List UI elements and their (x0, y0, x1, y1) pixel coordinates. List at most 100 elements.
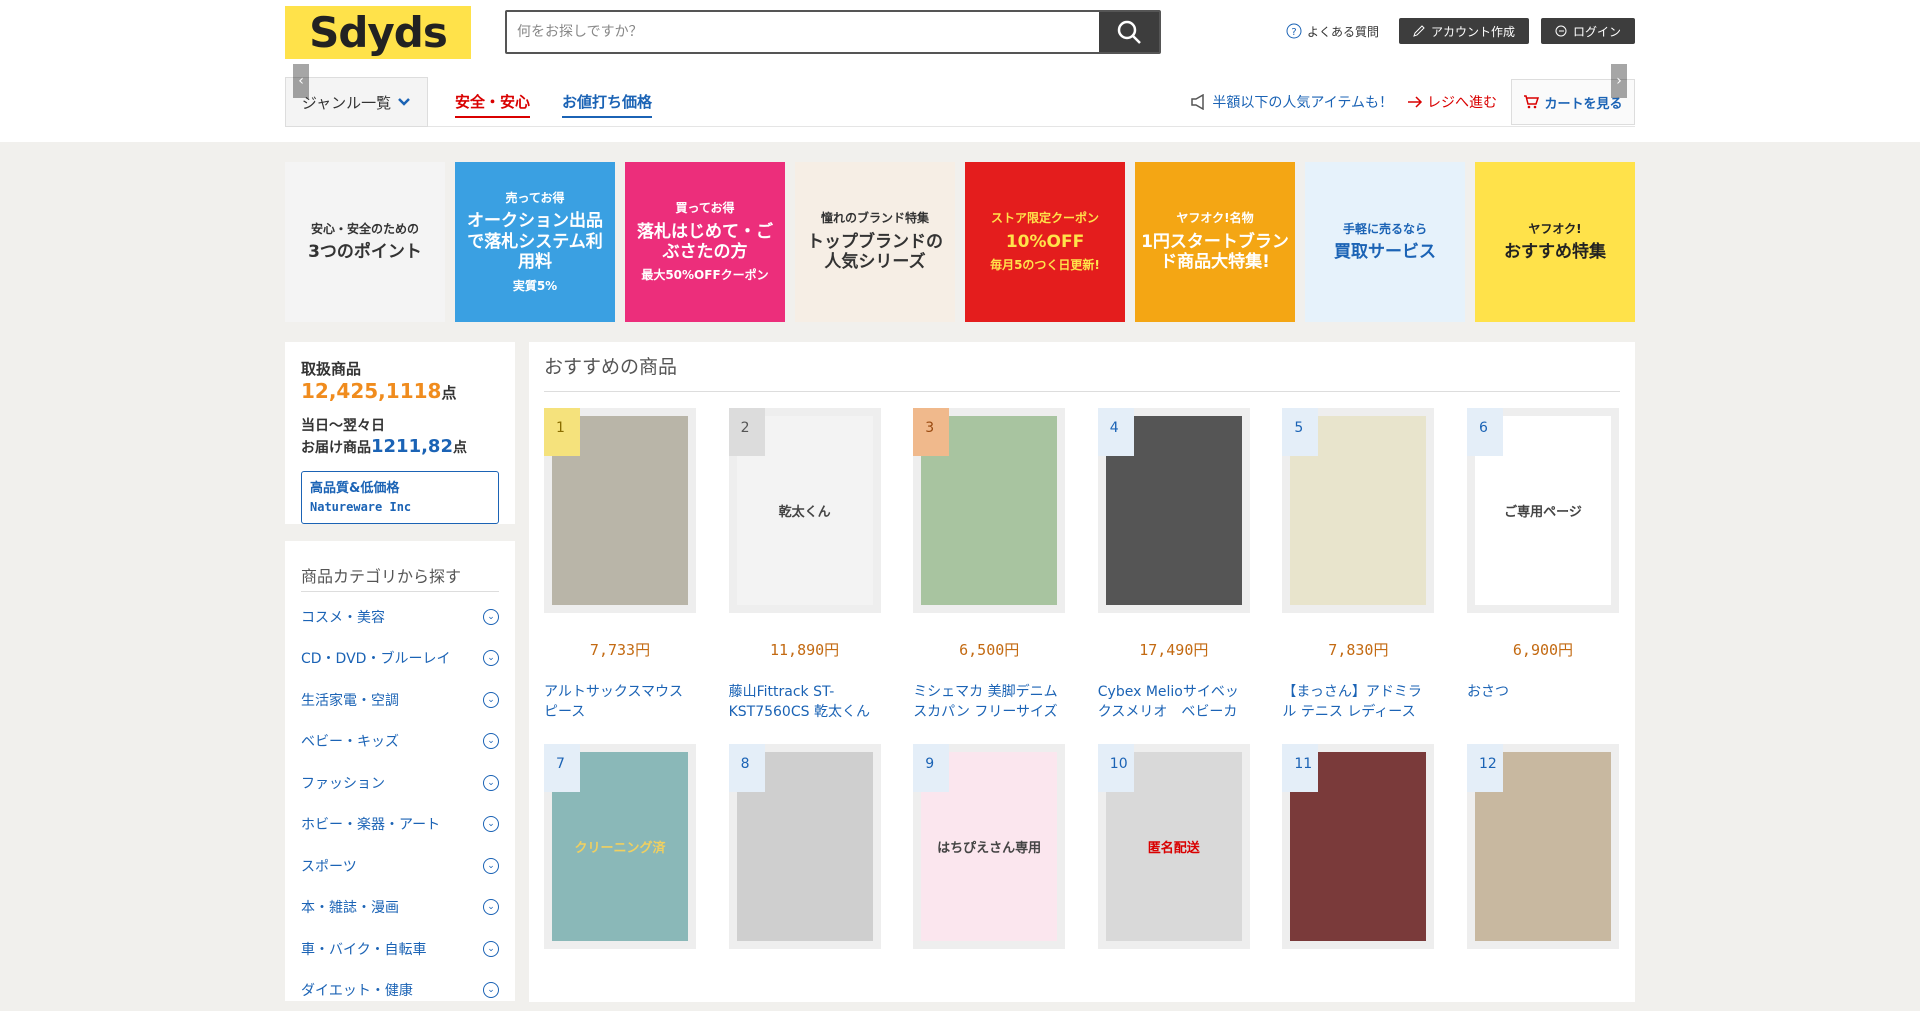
promo-link[interactable]: 半額以下の人気アイテムも！ (1190, 92, 1393, 112)
product-card[interactable]: ご専用ページ6 6,900円おさつ (1467, 408, 1619, 722)
product-card[interactable]: 12 (1467, 744, 1619, 949)
chevron-down-icon[interactable]: ⌄ (483, 609, 499, 625)
rank-badge: 8 (729, 744, 765, 792)
banner-2[interactable]: 売ってお得オークション出品で落札システム利用料実質5% (455, 162, 615, 322)
rank-badge: 2 (729, 408, 765, 456)
tab-safe[interactable]: 安全・安心 (455, 91, 530, 118)
category-list: コスメ・美容⌄CD・DVD・ブルーレイ⌄生活家電・空調⌄ベビー・キッズ⌄ファッシ… (301, 596, 499, 1011)
carousel-next-button[interactable]: › (1611, 64, 1627, 98)
category-item[interactable]: ホビー・楽器・アート⌄ (301, 804, 499, 846)
product-thumbnail[interactable]: ご専用ページ6 (1467, 408, 1619, 613)
chevron-down-icon[interactable]: ⌄ (483, 775, 499, 791)
product-card[interactable]: 匿名配送10 (1098, 744, 1250, 949)
chevron-down-icon[interactable]: ⌄ (483, 692, 499, 708)
chevron-down-icon[interactable]: ⌄ (483, 733, 499, 749)
search-button[interactable] (1099, 12, 1159, 52)
category-item[interactable]: ファッション⌄ (301, 762, 499, 804)
login-button[interactable]: ログイン (1541, 18, 1635, 44)
product-grid: 17,733円アルトサックスマウスピース乾太くん211,890円藤山Fittra… (544, 408, 1620, 949)
chevron-down-icon[interactable]: ⌄ (483, 899, 499, 915)
chevron-down-icon[interactable]: ⌄ (483, 650, 499, 666)
product-name[interactable]: アルトサックスマウスピース (544, 682, 696, 722)
site-logo[interactable]: Sdyds (285, 6, 471, 59)
carousel-prev-button[interactable]: ‹ (293, 64, 309, 98)
svg-text:?: ? (1291, 27, 1296, 38)
product-card[interactable]: 8 (729, 744, 881, 949)
product-thumbnail[interactable]: 11 (1282, 744, 1434, 949)
faq-link[interactable]: ? よくある質問 (1286, 23, 1379, 40)
category-item[interactable]: スポーツ⌄ (301, 845, 499, 887)
product-thumbnail[interactable]: 乾太くん2 (729, 408, 881, 613)
rank-badge: 5 (1282, 408, 1318, 456)
banner-text: 手軽に売るなら (1337, 219, 1433, 239)
item-count-value: 12,425,1118 (301, 379, 441, 403)
category-item[interactable]: CD・DVD・ブルーレイ⌄ (301, 638, 499, 680)
product-name[interactable]: おさつ (1467, 682, 1619, 722)
product-card[interactable]: はちぴえさん専用9 (913, 744, 1065, 949)
delivery-label-1: 当日〜翌々日 (301, 417, 499, 435)
product-card[interactable]: 11 (1282, 744, 1434, 949)
banner-1[interactable]: 安心・安全のための3つのポイント (285, 162, 445, 322)
quality-line-1: 高品質&低価格 (310, 479, 490, 499)
delivery-value: 1211,82 (371, 436, 453, 457)
create-account-button[interactable]: アカウント作成 (1399, 18, 1529, 44)
product-thumbnail[interactable]: はちぴえさん専用9 (913, 744, 1065, 949)
product-card[interactable]: 乾太くん211,890円藤山Fittrack ST-KST7560CS 乾太くん… (729, 408, 881, 722)
image-caption: はちぴえさん専用 (937, 837, 1041, 856)
category-item[interactable]: コスメ・美容⌄ (301, 596, 499, 638)
banner-6[interactable]: ヤフオク!名物1円スタートブランド商品大特集! (1135, 162, 1295, 322)
product-thumbnail[interactable]: クリーニング済7 (544, 744, 696, 949)
product-name[interactable]: 【まっさん】アドミラル テニス レディース (1282, 682, 1434, 722)
category-item[interactable]: 車・バイク・自転車⌄ (301, 928, 499, 970)
product-name[interactable]: Cybex Melioサイベックスメリオ ベビーカー (1098, 682, 1250, 722)
rank-badge: 6 (1467, 408, 1503, 456)
product-thumbnail[interactable]: 3 (913, 408, 1065, 613)
checkout-link[interactable]: レジへ進む (1407, 92, 1497, 112)
rank-badge: 3 (913, 408, 949, 456)
quality-badge[interactable]: 高品質&低価格 Natureware Inc (301, 471, 499, 525)
item-count: 取扱商品12,425,1118点 (301, 358, 499, 403)
category-item[interactable]: 生活家電・空調⌄ (301, 679, 499, 721)
category-label: 本・雑誌・漫画 (301, 897, 399, 917)
search-input[interactable] (507, 12, 1099, 52)
banner-text: 憧れのブランド特集 (815, 208, 935, 228)
product-card[interactable]: 17,733円アルトサックスマウスピース (544, 408, 696, 722)
category-item[interactable]: 本・雑誌・漫画 ⌄ (301, 887, 499, 929)
banner-8[interactable]: ヤフオク!おすすめ特集 (1475, 162, 1635, 322)
chevron-down-icon[interactable]: ⌄ (483, 816, 499, 832)
promo-label: 半額以下の人気アイテムも！ (1212, 92, 1393, 112)
banner-7[interactable]: 手軽に売るなら買取サービス (1305, 162, 1465, 322)
product-card[interactable]: 5 7,830円【まっさん】アドミラル テニス レディース (1282, 408, 1434, 722)
site-header: Sdyds ? よくある質問 アカウント作成 ログイン ジャンル一覧 安全・安心 (0, 0, 1920, 142)
banner-3[interactable]: 買ってお得落札はじめて・ごぶさたの方最大50%OFFクーポン (625, 162, 785, 322)
category-item[interactable]: ベビー・キッズ⌄ (301, 721, 499, 763)
product-card[interactable]: 36,500円ミシェマカ 美脚デニムスカパン フリーサイズ (913, 408, 1065, 722)
product-thumbnail[interactable]: 5 (1282, 408, 1434, 613)
product-thumbnail[interactable]: 匿名配送10 (1098, 744, 1250, 949)
banner-4[interactable]: 憧れのブランド特集トップブランドの人気シリーズ (795, 162, 955, 322)
chevron-down-icon[interactable]: ⌄ (483, 941, 499, 957)
product-price: 6,900円 (1467, 639, 1619, 660)
login-label: ログイン (1573, 23, 1621, 40)
product-thumbnail[interactable]: 1 (544, 408, 696, 613)
rank-badge: 12 (1467, 744, 1503, 792)
product-card[interactable]: クリーニング済7 (544, 744, 696, 949)
genre-label: ジャンル一覧 (302, 92, 391, 113)
product-card[interactable]: 4 17,490円 Cybex Melioサイベックスメリオ ベビーカー (1098, 408, 1250, 722)
category-item[interactable]: ダイエット・健康⌄ (301, 970, 499, 1011)
product-price: 7,830円 (1282, 639, 1434, 660)
product-name[interactable]: ミシェマカ 美脚デニムスカパン フリーサイズ (913, 682, 1065, 722)
rank-badge: 10 (1098, 744, 1134, 792)
chevron-down-icon[interactable]: ⌄ (483, 858, 499, 874)
tab-price[interactable]: お値打ち価格 (562, 91, 652, 118)
product-thumbnail[interactable]: 12 (1467, 744, 1619, 949)
product-price: 17,490円 (1098, 639, 1250, 660)
banner-5[interactable]: ストア限定クーポン10%OFF毎月5のつく日更新! (965, 162, 1125, 322)
chevron-down-icon (397, 97, 411, 107)
product-thumbnail[interactable]: 8 (729, 744, 881, 949)
product-name[interactable]: 藤山Fittrack ST-KST7560CS 乾太くん 専用台 (729, 682, 881, 722)
faq-label: よくある質問 (1307, 23, 1379, 40)
product-thumbnail[interactable]: 4 (1098, 408, 1250, 613)
chevron-down-icon[interactable]: ⌄ (483, 982, 499, 998)
banner-text: 売ってお得 (499, 188, 570, 208)
